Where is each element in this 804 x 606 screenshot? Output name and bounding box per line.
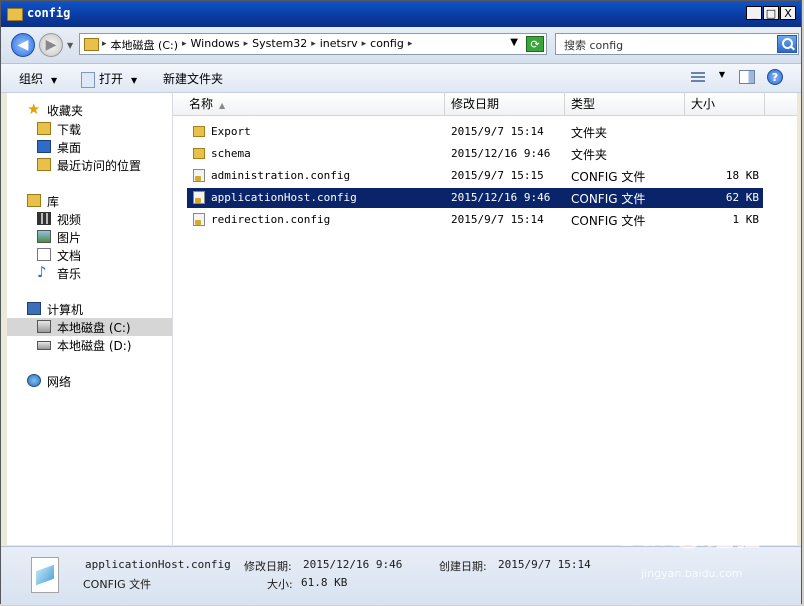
details-modified-label: 修改日期: xyxy=(244,560,292,573)
config-file-icon xyxy=(193,169,205,182)
details-size-label: 大小: xyxy=(267,578,293,591)
breadcrumb-item[interactable]: System32 xyxy=(248,37,311,53)
column-header-size[interactable]: 大小 xyxy=(685,93,765,115)
nav-drive-c[interactable]: 本地磁盘 (C:) xyxy=(7,318,172,336)
watermark-url: jingyan.baidu.com xyxy=(641,567,743,580)
download-folder-icon xyxy=(37,122,51,135)
library-icon xyxy=(27,194,41,207)
document-icon xyxy=(81,71,95,88)
pictures-icon xyxy=(37,230,51,243)
recent-places-icon xyxy=(37,158,51,171)
search-icon[interactable] xyxy=(777,35,797,53)
nav-pictures[interactable]: 图片 xyxy=(7,228,172,246)
forward-button[interactable]: ▶ xyxy=(39,33,63,57)
address-field[interactable]: ▸ 本地磁盘 (C:) ▸ Windows ▸ System32 ▸ inets… xyxy=(79,33,547,55)
sort-ascending-icon: ▲ xyxy=(219,101,226,110)
breadcrumb-item[interactable]: 本地磁盘 (C:) xyxy=(107,37,182,53)
details-file-type: CONFIG 文件 xyxy=(83,578,152,591)
video-icon xyxy=(37,212,51,225)
breadcrumb-item[interactable]: inetsrv xyxy=(316,37,362,53)
folder-icon xyxy=(193,126,205,137)
config-file-icon xyxy=(193,213,205,226)
drive-icon xyxy=(37,341,51,350)
nav-desktop[interactable]: 桌面 xyxy=(7,138,172,156)
folder-icon xyxy=(193,148,205,159)
nav-videos[interactable]: 视频 xyxy=(7,210,172,228)
nav-documents[interactable]: 文档 xyxy=(7,246,172,264)
nav-downloads[interactable]: 下载 xyxy=(7,120,172,138)
folder-icon xyxy=(84,38,99,51)
breadcrumb-item[interactable]: config xyxy=(366,37,408,53)
folder-icon xyxy=(7,8,23,21)
column-header-name[interactable]: 名称 ▲ xyxy=(183,93,445,115)
organize-button[interactable]: 组织 ▼ xyxy=(19,70,57,87)
music-icon: ♪ xyxy=(37,263,47,281)
new-folder-button[interactable]: 新建文件夹 xyxy=(163,70,223,87)
details-size-value: 61.8 KB xyxy=(301,576,348,589)
open-button[interactable]: 打开 ▼ xyxy=(81,70,137,88)
column-header-row: 名称 ▲ 修改日期 类型 大小 xyxy=(173,93,797,116)
navigation-pane: ★ 收藏夹 下载 桌面 最近访问的位置 库 视频 图片 文档 ♪ 音乐 计算机 … xyxy=(7,93,173,545)
column-header-type[interactable]: 类型 xyxy=(565,93,685,115)
search-placeholder: 搜索 config xyxy=(564,39,624,52)
details-modified-value: 2015/12/16 9:46 xyxy=(303,558,403,571)
config-file-icon xyxy=(193,191,205,204)
network-icon xyxy=(27,374,41,387)
nav-libraries[interactable]: 库 xyxy=(7,192,172,210)
computer-icon xyxy=(27,302,41,315)
view-options-icon[interactable] xyxy=(691,72,705,84)
details-created-value: 2015/9/7 15:14 xyxy=(498,558,591,571)
nav-computer[interactable]: 计算机 xyxy=(7,300,172,318)
nav-favorites[interactable]: ★ 收藏夹 xyxy=(7,101,172,119)
minimize-button[interactable]: _ xyxy=(746,6,762,20)
column-header-date[interactable]: 修改日期 xyxy=(445,93,565,115)
nav-recent-places[interactable]: 最近访问的位置 xyxy=(7,156,172,174)
refresh-icon[interactable]: ⟳ xyxy=(526,36,544,52)
maximize-button[interactable]: □ xyxy=(763,6,779,20)
nav-drive-d[interactable]: 本地磁盘 (D:) xyxy=(7,336,172,354)
chevron-down-icon[interactable]: ▼ xyxy=(719,70,725,79)
search-input[interactable]: 搜索 config xyxy=(555,33,799,55)
details-created-label: 创建日期: xyxy=(439,560,487,573)
command-bar: 组织 ▼ 打开 ▼ 新建文件夹 ▼ ? xyxy=(1,64,801,93)
file-list: 名称 ▲ 修改日期 类型 大小 Export 2015/9/7 15:14 文件夹… xyxy=(173,93,797,545)
nav-network[interactable]: 网络 xyxy=(7,372,172,390)
address-bar-area: ◀ ▶ ▼ ▸ 本地磁盘 (C:) ▸ Windows ▸ System32 ▸… xyxy=(1,27,801,64)
breadcrumb-item[interactable]: Windows xyxy=(187,37,244,53)
title-bar[interactable]: config _ □ X xyxy=(1,1,801,27)
nav-music[interactable]: ♪ 音乐 xyxy=(7,264,172,282)
window-title: config xyxy=(27,6,71,20)
preview-pane-icon[interactable] xyxy=(739,70,755,84)
breadcrumb: ▸ 本地磁盘 (C:) ▸ Windows ▸ System32 ▸ inets… xyxy=(102,37,412,53)
file-row-redirection-config[interactable]: redirection.config 2015/9/7 15:14 CONFIG… xyxy=(187,210,763,230)
help-icon[interactable]: ? xyxy=(767,69,783,85)
config-file-icon xyxy=(31,557,59,593)
documents-icon xyxy=(37,248,51,261)
file-row-schema[interactable]: schema 2015/12/16 9:46 文件夹 xyxy=(187,144,763,164)
desktop-icon xyxy=(37,140,51,153)
explorer-window: config _ □ X ◀ ▶ ▼ ▸ 本地磁盘 (C:) ▸ Windows… xyxy=(0,0,802,605)
star-icon: ★ xyxy=(27,100,41,118)
back-button[interactable]: ◀ xyxy=(11,33,35,57)
file-row-administration-config[interactable]: administration.config 2015/9/7 15:15 CON… xyxy=(187,166,763,186)
chevron-right-icon[interactable]: ▸ xyxy=(408,37,413,53)
details-filename: applicationHost.config xyxy=(85,558,231,571)
address-dropdown-icon[interactable]: ▼ xyxy=(510,37,518,48)
file-row-applicationhost-config[interactable]: applicationHost.config 2015/12/16 9:46 C… xyxy=(187,188,763,208)
file-row-export[interactable]: Export 2015/9/7 15:14 文件夹 xyxy=(187,122,763,142)
drive-icon xyxy=(37,320,51,333)
watermark: Baidu经验 xyxy=(619,523,762,553)
close-button[interactable]: X xyxy=(780,6,796,20)
recent-pages-dropdown-icon[interactable]: ▼ xyxy=(67,41,73,50)
